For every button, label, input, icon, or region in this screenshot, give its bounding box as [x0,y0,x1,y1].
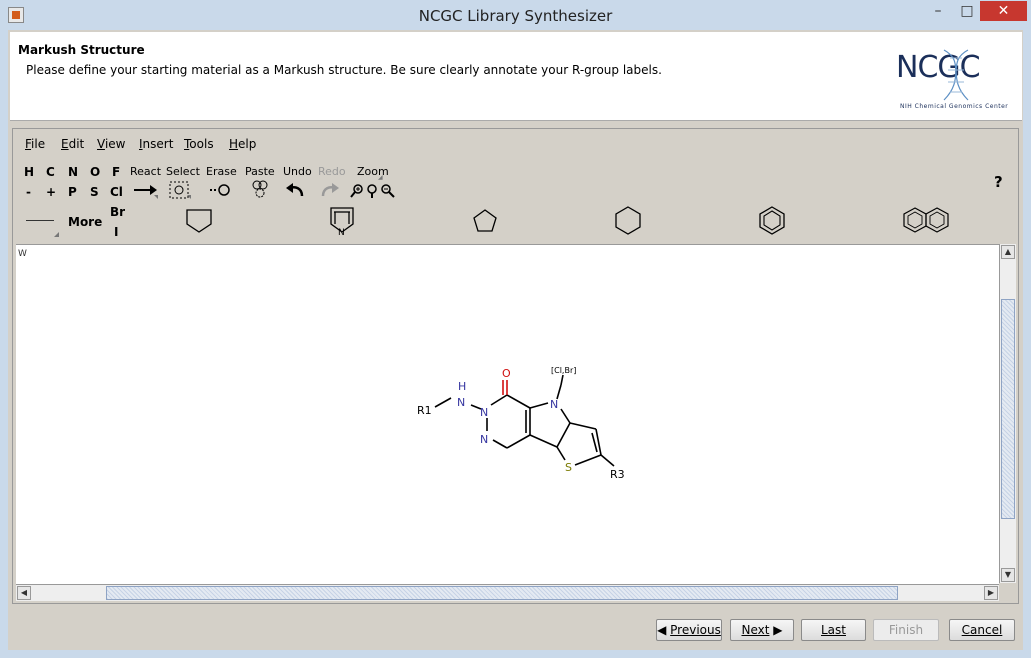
charge-plus-button[interactable]: + [46,185,56,199]
pyrrole-nitrogen-label: N [550,398,558,411]
react-arrow-icon[interactable] [132,181,160,199]
menu-edit[interactable]: Edit [61,137,84,151]
atom-cl-button[interactable]: Cl [110,185,123,199]
zoom-fit-icon [367,184,377,198]
atom-h-button[interactable]: H [24,165,34,179]
eraser-icon[interactable] [208,182,232,198]
finish-button: Finish [873,619,939,641]
atom-i-button[interactable]: I [114,225,118,239]
cancel-label: Cancel [961,623,1003,637]
maximize-button[interactable]: □ [956,1,978,21]
redo-icon [321,183,339,197]
scroll-left-button[interactable]: ◀ [17,586,31,600]
zoom-label: Zoom [357,165,389,178]
menu-insert[interactable]: Insert [139,137,173,151]
cancel-button[interactable]: Cancel [949,619,1015,641]
oxygen-label: O [502,367,511,380]
atom-p-button[interactable]: P [68,185,77,199]
paste-icon[interactable] [249,179,271,201]
r3-label: R3 [610,468,625,481]
drawing-canvas[interactable]: W R1 H N N N O N S R3 [Cl,Br] [16,244,999,584]
finish-label: Finish [888,623,924,637]
redo-label: Redo [318,165,346,178]
last-button[interactable]: Last [801,619,866,641]
menu-help[interactable]: Help [229,137,256,151]
svg-text:N: N [338,228,345,236]
menu-view[interactable]: View [97,137,125,151]
atom-s-button[interactable]: S [90,185,99,199]
select-label: Select [166,165,200,178]
close-button[interactable]: ✕ [980,1,1027,21]
logo-subtitle: NIH Chemical Genomics Center [900,103,1009,110]
ring-nitrogen2-label: N [480,433,488,446]
ncgc-logo: NCGC NIH Chemical Genomics Center [896,46,1014,114]
react-label: React [130,165,162,178]
next-label: Next [741,623,770,637]
r1-label: R1 [417,404,432,417]
cyclopentane-open-ring-icon[interactable] [184,206,214,234]
previous-button[interactable]: ◀ Previous [656,619,722,641]
page-title: Markush Structure [18,43,145,57]
scroll-down-button[interactable]: ▼ [1001,568,1015,582]
menu-tools[interactable]: Tools [184,137,214,151]
scroll-right-button[interactable]: ▶ [984,586,998,600]
atom-n-button[interactable]: N [68,165,78,179]
help-icon[interactable]: ? [994,173,1003,191]
zoom-dropdown-icon[interactable]: ◢ [378,174,383,181]
more-atoms-button[interactable]: More [68,215,102,229]
canvas-corner-label: W [18,249,27,259]
atom-c-button[interactable]: C [46,165,55,179]
horizontal-scroll-thumb[interactable] [106,586,898,600]
bond-single-button[interactable] [26,220,54,221]
paste-label: Paste [245,165,275,178]
cyclohexane-ring-icon[interactable] [614,205,642,235]
vertical-scroll-thumb[interactable] [1001,299,1015,519]
cyclopentane-ring-icon[interactable] [471,208,499,234]
atom-br-button[interactable]: Br [110,205,125,219]
pyrrole-ring-icon[interactable]: N [327,204,357,236]
page-description: Please define your starting material as … [26,63,662,77]
scroll-up-button[interactable]: ▲ [1001,245,1015,259]
sulfur-label: S [565,461,572,474]
select-lasso-icon[interactable] [168,180,192,200]
bond-dropdown-icon[interactable] [54,232,59,237]
nh-nitrogen-label: N [457,396,465,409]
erase-label: Erase [206,165,237,178]
undo-icon[interactable] [285,182,305,198]
next-button[interactable]: Next ▶ [730,619,794,641]
zoom-out-icon [381,184,395,198]
next-arrow-icon: ▶ [769,623,783,637]
naphthalene-ring-icon[interactable] [902,206,952,234]
atom-o-button[interactable]: O [90,165,100,179]
benzene-ring-icon[interactable] [758,205,786,235]
undo-label: Undo [283,165,312,178]
previous-label: Previous [670,623,721,637]
previous-arrow-icon: ◀ [657,623,671,637]
window-title: NCGC Library Synthesizer [418,7,613,25]
ring-nitrogen-label: N [480,406,488,419]
charge-minus-button[interactable]: - [26,185,31,199]
last-label: Last [821,623,846,637]
dna-helix-icon [943,49,969,101]
header-panel: Markush Structure Please define your sta… [10,32,1022,121]
nh-hydrogen-label: H [458,380,466,393]
markush-molecule[interactable]: R1 H N N N O N S R3 [Cl,Br] [411,363,631,488]
vertical-scrollbar[interactable]: ▲ ▼ [999,244,1016,583]
zoom-icons[interactable] [350,183,396,199]
halogen-substituent-label: [Cl,Br] [551,366,576,375]
minimize-button[interactable]: – [920,1,956,21]
zoom-in-icon [350,184,363,198]
menu-file[interactable]: File [25,137,45,151]
horizontal-scrollbar[interactable]: ◀ ▶ [16,584,999,601]
atom-f-button[interactable]: F [112,165,120,179]
